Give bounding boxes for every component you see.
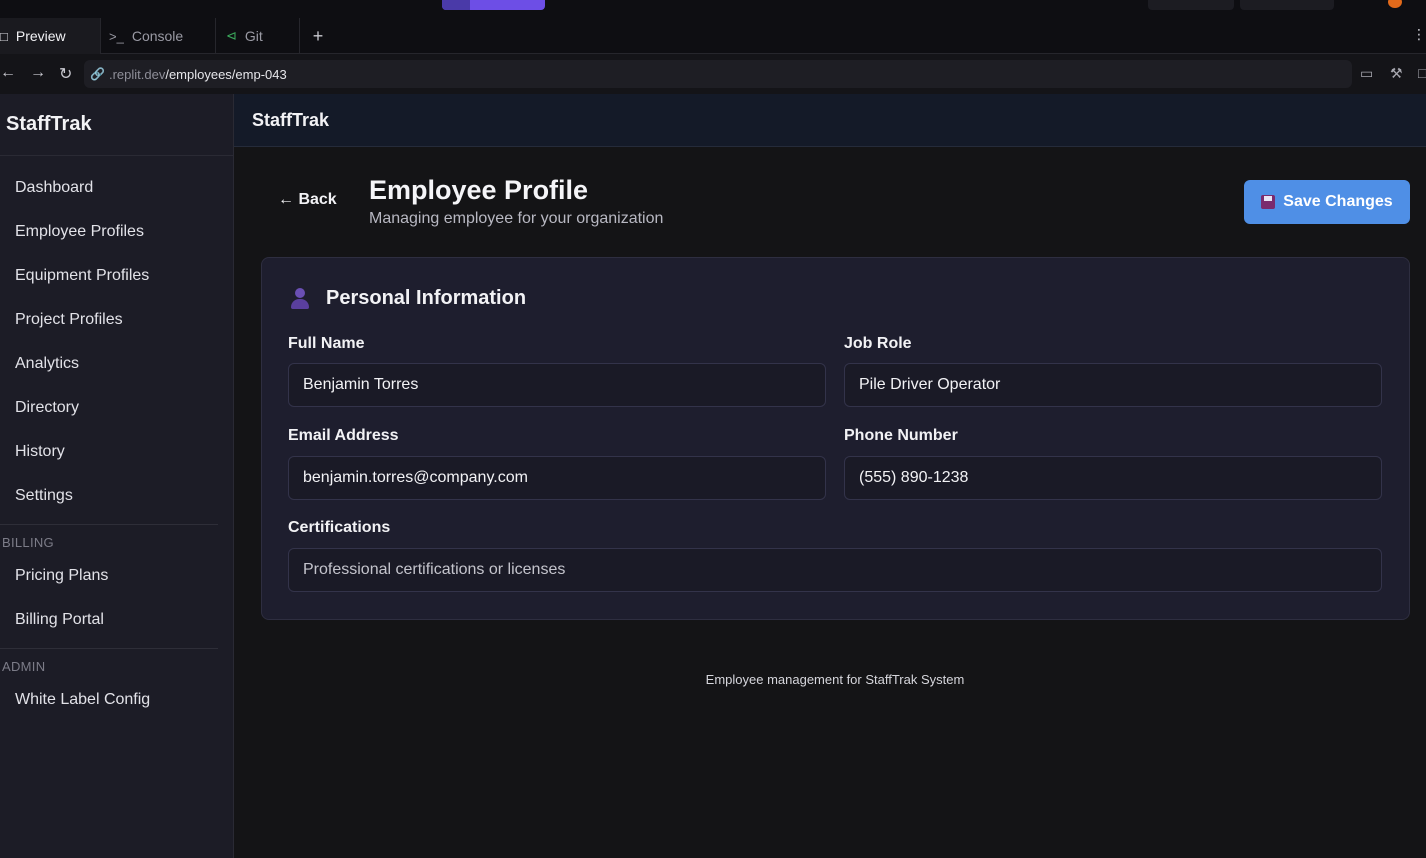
job-role-label: Job Role [844,335,912,352]
sidebar-item-employee-profiles[interactable]: Employee Profiles [0,210,233,254]
email-field[interactable]: benjamin.torres@company.com [288,456,826,500]
arrow-left-icon: ← [278,191,294,208]
sidebar-item-pricing-plans[interactable]: Pricing Plans [0,554,233,598]
address-field[interactable]: 🔗 .replit.dev/employees/emp-043 [84,60,1352,88]
link-icon: 🔗 [90,67,105,81]
more-options-icon[interactable]: ⋮ [1412,26,1426,43]
card-title: Personal Information [290,287,526,310]
url-host: .replit.dev [108,66,166,82]
footer-note: Employee management for StaffTrak System [705,672,965,687]
full-name-label: Full Name [288,335,365,352]
sidebar-item-directory[interactable]: Directory [0,386,233,430]
sidebar-item-history[interactable]: History [0,430,233,474]
sidebar-item-project-profiles[interactable]: Project Profiles [0,298,233,342]
new-window-icon[interactable]: □ [1418,65,1426,81]
sidebar-item-equipment-profiles[interactable]: Equipment Profiles [0,254,233,298]
monitor-icon: □ [0,28,8,44]
workspace-pill-icon [442,0,470,10]
reload-icon[interactable]: ↻ [59,64,72,84]
phone-field[interactable]: (555) 890-1238 [844,456,1382,500]
add-tab-button[interactable]: + [306,18,330,54]
notification-dot-icon[interactable] [1388,0,1402,8]
user-icon [290,287,310,310]
url-path: /employees/emp-043 [165,66,287,82]
phone-label: Phone Number [844,427,958,444]
git-branch-icon: ⊲ [226,28,237,43]
os-top-strip [0,0,1426,18]
plus-icon: + [312,25,324,46]
tab-bar: □ Preview >_ Console ⊲ Git + ⋮ [0,18,1426,54]
sidebar-brand[interactable]: StaffTrak [0,94,233,156]
save-label: Save Changes [1283,193,1393,210]
tab-preview[interactable]: □ Preview [0,18,101,54]
sidebar-item-dashboard[interactable]: Dashboard [0,166,233,210]
app-root: StaffTrak Dashboard Employee Profiles Eq… [0,94,1426,858]
sidebar-item-settings[interactable]: Settings [0,474,233,518]
sidebar-item-white-label-config[interactable]: White Label Config [0,678,233,722]
card-title-text: Personal Information [326,287,527,309]
page-subtitle: Managing employee for your organization [369,210,664,227]
job-role-field[interactable]: Pile Driver Operator [844,363,1382,407]
tab-label: Git [244,28,263,44]
page-title: Employee Profile [369,175,589,205]
wrench-icon[interactable]: ⚒ [1390,65,1403,82]
save-changes-button[interactable]: Save Changes [1244,180,1410,224]
url-bar: ← → ↻ 🔗 .replit.dev/employees/emp-043 ▭ … [0,54,1426,94]
personal-information-card: Personal Information Full Name Benjamin … [261,257,1410,620]
sidebar-nav: Dashboard Employee Profiles Equipment Pr… [0,156,233,722]
certifications-label: Certifications [288,519,391,536]
sidebar-item-analytics[interactable]: Analytics [0,342,233,386]
tab-git[interactable]: ⊲ Git [216,18,300,54]
back-arrow-icon[interactable]: ← [0,64,16,82]
certifications-field[interactable]: Professional certifications or licenses [288,548,1382,592]
sidebar: StaffTrak Dashboard Employee Profiles Eq… [0,94,234,858]
sidebar-section-billing: BILLING [0,524,218,550]
main-content: StaffTrak ← Back Employee Profile Managi… [234,94,1426,858]
floppy-disk-icon [1261,195,1276,209]
back-label: Back [298,191,337,208]
full-name-field[interactable]: Benjamin Torres [288,363,826,407]
forward-arrow-icon[interactable]: → [30,64,46,82]
sidebar-item-billing-portal[interactable]: Billing Portal [0,598,233,642]
toolbar-box[interactable] [1240,0,1334,10]
sidebar-section-admin: ADMIN [0,648,218,674]
email-label: Email Address [288,427,399,444]
back-button[interactable]: ← Back [278,191,337,209]
tab-console[interactable]: >_ Console [101,18,216,54]
app-header-title: StaffTrak [234,94,1426,147]
toolbar-box[interactable] [1148,0,1234,10]
terminal-icon: >_ [109,28,124,44]
tab-label: Preview [15,28,66,44]
tab-label: Console [131,28,184,44]
devices-icon[interactable]: ▭ [1360,65,1373,82]
